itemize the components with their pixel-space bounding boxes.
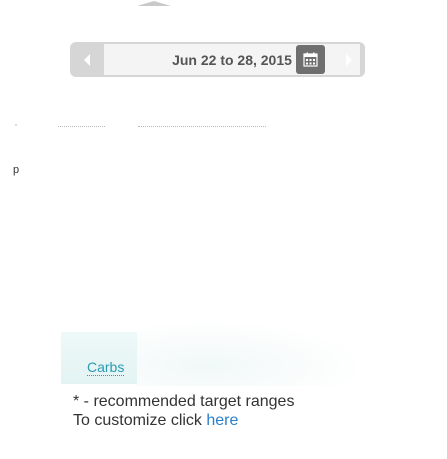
previous-week-button[interactable]	[70, 42, 103, 77]
chevron-right-icon	[345, 53, 352, 66]
calendar-button[interactable]	[296, 45, 325, 74]
customize-note: To customize click here	[73, 411, 238, 430]
carbs-link[interactable]: Carbs	[87, 359, 125, 376]
customize-here-link[interactable]: here	[206, 412, 238, 429]
nutrient-cell-background	[61, 332, 137, 384]
customize-prefix: To customize click	[73, 412, 207, 429]
triangle-icon	[137, 1, 171, 6]
calendar-icon	[303, 52, 318, 67]
decorative-dot	[15, 124, 17, 126]
target-ranges-note: * - recommended target ranges	[73, 393, 295, 410]
chevron-left-icon	[83, 53, 90, 66]
report-page: Jun 22 to 28, 2015 p Carbs * - recommend…	[0, 0, 447, 459]
stray-text: p	[13, 164, 20, 176]
dotted-divider	[58, 126, 105, 127]
dotted-divider	[138, 126, 266, 127]
next-week-button[interactable]	[332, 42, 365, 77]
faded-chart-area	[137, 320, 367, 386]
date-range-navigator: Jun 22 to 28, 2015	[70, 42, 365, 77]
